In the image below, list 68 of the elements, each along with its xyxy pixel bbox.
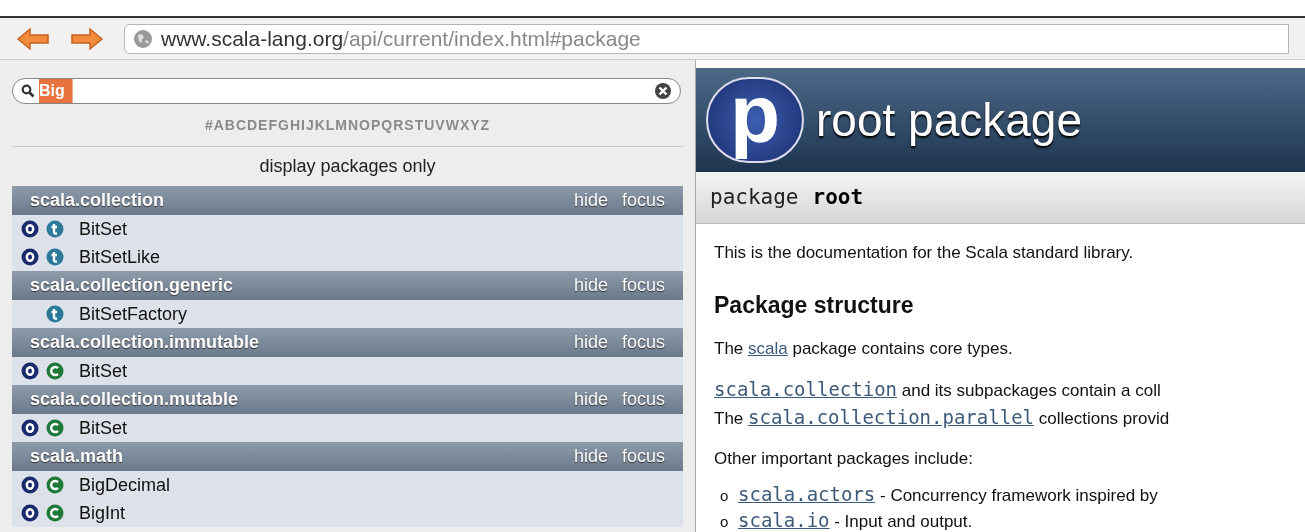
trait-icon: [46, 220, 64, 238]
entry-row[interactable]: BitSet: [12, 357, 683, 385]
forward-arrow-icon[interactable]: [70, 26, 104, 51]
entry-name[interactable]: BigDecimal: [79, 471, 171, 499]
section-heading: Package structure: [714, 290, 915, 320]
bullet-item: scala.actors - Concurrency framework inspired by: [738, 482, 1158, 507]
trait-icon: [46, 248, 64, 266]
object-icon: [21, 476, 39, 494]
search-icon: [21, 84, 35, 98]
hide-link[interactable]: hide: [573, 187, 608, 214]
entry-name[interactable]: BitSetFactory: [79, 300, 188, 328]
signature-keyword: package: [710, 183, 799, 211]
object-icon: [21, 504, 39, 522]
package-link[interactable]: scala.collection: [714, 378, 898, 400]
address-bar[interactable]: www.scala-lang.org/api/current/index.html#package: [124, 23, 1289, 54]
package-link[interactable]: scala.actors: [738, 483, 876, 505]
hide-link[interactable]: hide: [573, 386, 608, 413]
bullet-item: scala.io - Input and output.: [738, 508, 973, 532]
entry-name[interactable]: BigInt: [79, 499, 126, 527]
package-name[interactable]: scala.math: [30, 443, 574, 470]
package-name[interactable]: scala.collection.immutable: [30, 329, 574, 356]
bullet-marker: o: [720, 512, 730, 532]
hide-link[interactable]: hide: [573, 272, 608, 299]
focus-link[interactable]: focus: [621, 386, 665, 413]
clear-icon[interactable]: [654, 82, 672, 100]
focus-link[interactable]: focus: [621, 272, 665, 299]
entry-row[interactable]: BitSetFactory: [12, 300, 683, 328]
intro-text: This is the documentation for the Scala standard library.: [714, 242, 1135, 264]
back-arrow-icon[interactable]: [16, 26, 50, 51]
page-title: root package: [816, 92, 1082, 148]
hide-link[interactable]: hide: [573, 443, 608, 470]
entry-name[interactable]: BitSetLike: [79, 243, 161, 271]
focus-link[interactable]: focus: [621, 329, 665, 356]
class-icon: [46, 476, 64, 494]
entry-row[interactable]: BitSet: [12, 215, 683, 243]
entry-name[interactable]: BitSet: [79, 357, 128, 385]
object-icon: [21, 220, 39, 238]
trait-icon: [46, 305, 64, 323]
hide-link[interactable]: hide: [573, 329, 608, 356]
entry-row[interactable]: BitSetLike: [12, 243, 683, 271]
entry-name[interactable]: BitSet: [79, 215, 128, 243]
entry-row[interactable]: BigInt: [12, 499, 683, 527]
class-icon: [46, 362, 64, 380]
class-icon: [46, 504, 64, 522]
display-packages-toggle[interactable]: display packages only: [259, 153, 436, 180]
object-icon: [21, 248, 39, 266]
package-link[interactable]: scala.io: [738, 509, 830, 531]
object-icon: [21, 362, 39, 380]
package-name[interactable]: scala.collection: [30, 187, 574, 214]
entry-row[interactable]: BigDecimal: [12, 471, 683, 499]
body-paragraph: The scala package contains core types.: [714, 338, 1014, 360]
scala-link[interactable]: scala: [748, 339, 788, 358]
signature-name: root: [812, 183, 864, 211]
entry-row[interactable]: BitSet: [12, 414, 683, 442]
package-name[interactable]: scala.collection.mutable: [30, 386, 574, 413]
bullet-marker: o: [720, 486, 730, 506]
focus-link[interactable]: focus: [621, 443, 665, 470]
url-text: www.scala-lang.org/api/current/index.html#package: [161, 25, 641, 52]
object-icon: [21, 419, 39, 437]
globe-icon: [133, 28, 153, 49]
focus-link[interactable]: focus: [621, 187, 665, 214]
entry-name[interactable]: BitSet: [79, 414, 128, 442]
package-logo: p: [706, 77, 804, 163]
package-name[interactable]: scala.collection.generic: [30, 272, 574, 299]
class-icon: [46, 419, 64, 437]
body-paragraph: scala.collection and its subpackages contain a coll The scala.collection.parallel collections provid: [714, 377, 1171, 430]
body-paragraph: Other important packages include:: [714, 448, 974, 470]
package-link[interactable]: scala.collection.parallel: [748, 406, 1034, 428]
